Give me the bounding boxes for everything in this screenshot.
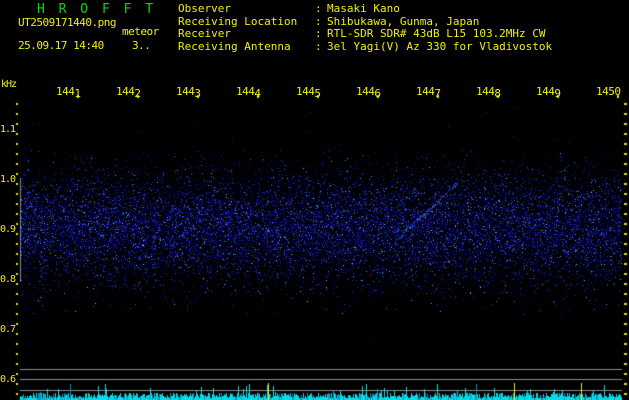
info-row: Receiver: RTL-SDR SDR# 43dB L15 103.2MHz …	[178, 27, 552, 41]
time-tick-label: 1441	[56, 85, 81, 100]
hrofft-screen: H R O F F T UT2509171440.png meteor 25.0…	[0, 0, 629, 400]
info-value: RTL-SDR SDR# 43dB L15 103.2MHz CW	[327, 27, 546, 40]
info-value: 3el Yagi(V) Az 330 for Vladivostok	[327, 39, 553, 53]
info-value: Masaki Kano	[327, 2, 400, 15]
output-filename: UT2509171440.png	[18, 16, 116, 29]
echo-counter: 3..	[132, 39, 151, 52]
time-tick-label: 1445	[296, 85, 321, 100]
time-tick-label: 1447	[416, 85, 441, 100]
freq-tick-label: 0.8	[0, 274, 16, 285]
info-separator: :	[315, 27, 322, 40]
freq-tick-label: 0.7	[0, 324, 16, 335]
info-label: Receiving Antenna	[178, 39, 291, 53]
mode-label: meteor	[122, 25, 159, 38]
info-separator: :	[315, 2, 322, 15]
freq-axis-unit: kHz	[1, 79, 17, 90]
time-tick-label: 1442	[116, 85, 141, 100]
spectrogram-canvas	[0, 0, 629, 400]
info-row: Observer: Masaki Kano	[178, 2, 552, 16]
app-title: H R O F F T	[37, 2, 157, 17]
freq-tick-label: 1.1	[0, 124, 16, 135]
info-row: Receiving Antenna:3el Yagi(V) Az 330 for…	[178, 39, 553, 54]
info-separator: :	[315, 39, 322, 53]
time-tick-label: 1446	[356, 85, 381, 100]
time-tick-label: 1443	[176, 85, 201, 100]
time-tick-label: 1450	[596, 85, 621, 98]
freq-tick-label: 0.6	[0, 374, 16, 385]
info-panel: Observer: Masaki Kano Receiving Location: S…	[178, 2, 553, 54]
freq-tick-label: 0.9	[0, 224, 16, 235]
info-label: Observer	[178, 2, 231, 15]
time-tick-label: 1449	[536, 85, 561, 100]
freq-tick-label: 1.0	[0, 174, 16, 185]
time-tick-label: 1448	[476, 85, 501, 100]
time-tick-label: 1444	[236, 85, 261, 100]
timestamp: 25.09.17 14:40	[18, 39, 104, 52]
info-label: Receiver	[178, 27, 231, 40]
